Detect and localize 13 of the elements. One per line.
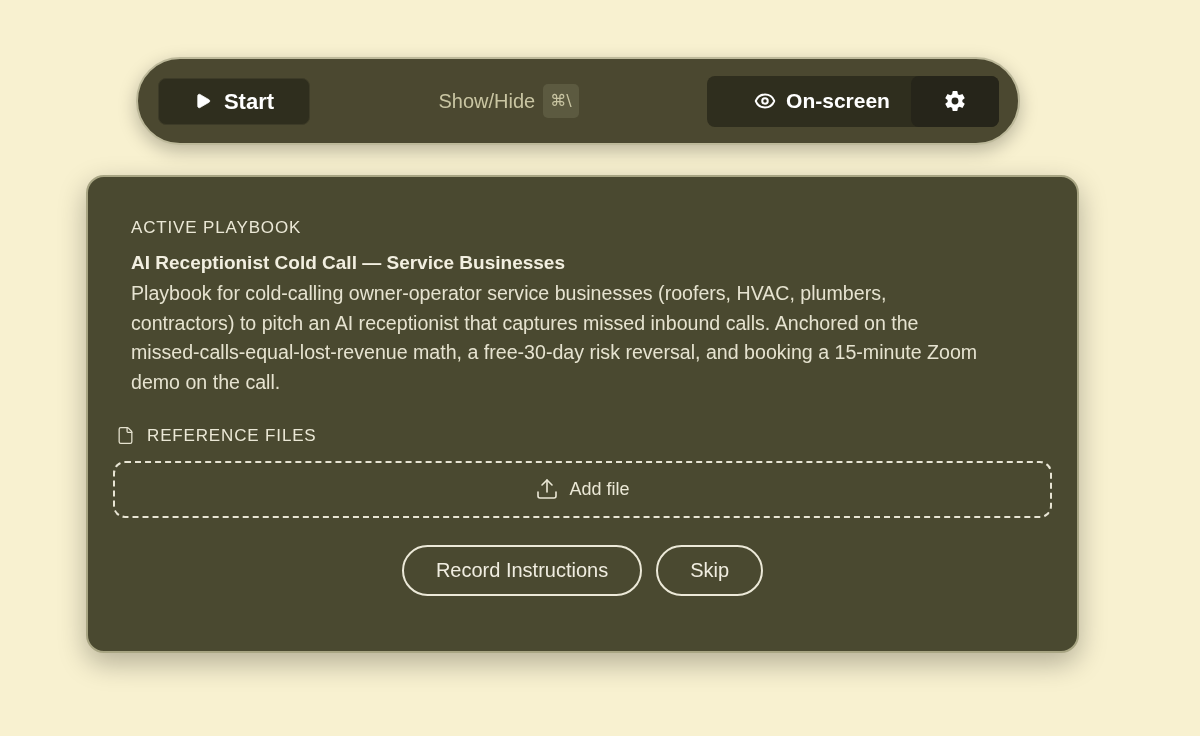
record-instructions-button[interactable]: Record Instructions (401, 544, 643, 596)
add-file-dropzone[interactable]: Add file (113, 460, 1052, 518)
playbook-description: Playbook for cold-calling owner-operator service businesses (roofers, HVAC, plumbers, contractors) to pitch an AI receptionist that captures missed inbound calls. Anchored on the missed-calls-equal-lost-revenue math, a free-30-day risk reversal, and booking a 15-minute Zoom demo on the call. (131, 281, 979, 395)
skip-button[interactable]: Skip (656, 544, 764, 596)
section-heading: REFERENCE FILES (147, 425, 317, 447)
start-button[interactable]: Start (158, 77, 310, 125)
section-heading: ACTIVE PLAYBOOK (131, 217, 303, 239)
shortcut-key: ⌘\ (543, 84, 579, 118)
shortcut-label: Show/Hide (438, 89, 536, 114)
settings-icon (944, 90, 966, 112)
settings-button[interactable] (911, 75, 999, 127)
upload-icon (535, 477, 560, 501)
playbook-title: AI Receptionist Cold Call — Service Businesses (131, 251, 566, 275)
